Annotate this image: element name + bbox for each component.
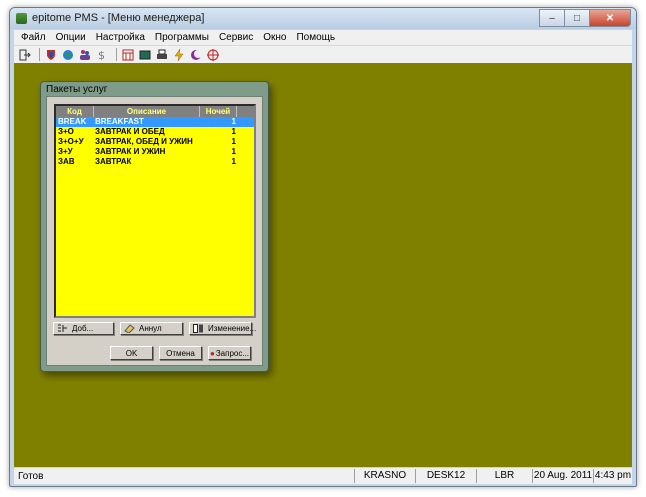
dialog-title[interactable]: Пакеты услуг	[46, 84, 107, 95]
table-row[interactable]: BREAK BREAKFAST 1	[56, 117, 254, 127]
people-icon[interactable]	[78, 48, 92, 61]
query-icon: ●	[209, 348, 215, 358]
window-title: epitome PMS - [Меню менеджера]	[32, 12, 205, 24]
printer-icon[interactable]	[155, 48, 169, 61]
menu-programs[interactable]: Программы	[150, 32, 214, 43]
cell-description: ЗАВТРАК И ОБЕД	[95, 127, 165, 136]
status-date: 20 Aug. 2011	[532, 469, 593, 483]
add-list-icon	[57, 324, 68, 333]
menu-service[interactable]: Сервис	[214, 32, 258, 43]
svg-text:$: $	[98, 49, 105, 61]
eraser-icon	[124, 324, 135, 333]
cell-nights: 1	[231, 117, 236, 126]
cancel-item-button[interactable]: Аннул	[120, 322, 183, 335]
cell-code: ЗАВ	[58, 157, 75, 166]
col-code[interactable]: Код	[56, 106, 94, 117]
query-button-label: Запрос...	[215, 348, 250, 358]
status-time: 4:43 pm	[593, 469, 632, 483]
currency-icon[interactable]: $	[95, 48, 109, 61]
minimize-button[interactable]: –	[539, 9, 565, 27]
cell-nights: 1	[231, 127, 236, 136]
screen-icon[interactable]	[138, 48, 152, 61]
cell-code: З+У	[58, 147, 73, 156]
edit-icon	[193, 324, 204, 333]
dialog-buttons: OK Отмена ● Запрос...	[110, 346, 251, 360]
lightning-icon[interactable]	[172, 48, 186, 61]
menu-bar: Файл Опции Настройка Программы Сервис Ок…	[14, 30, 632, 45]
maximize-button[interactable]: □	[564, 9, 590, 27]
close-button[interactable]: ✕	[589, 9, 631, 27]
add-button-label: Доб...	[72, 324, 94, 333]
edit-button[interactable]: Изменение...	[189, 322, 256, 335]
packages-grid[interactable]: Код Описание Ночей BREAK BREAKFAST 1 З+О…	[54, 104, 256, 318]
table-row[interactable]: З+У ЗАВТРАК И УЖИН 1	[56, 147, 254, 157]
exit-icon[interactable]	[18, 48, 32, 61]
cell-nights: 1	[231, 147, 236, 156]
cell-description: ЗАВТРАК И УЖИН	[95, 147, 166, 156]
edit-button-label: Изменение...	[208, 324, 257, 333]
cell-nights: 1	[231, 157, 236, 166]
menu-file[interactable]: Файл	[16, 32, 51, 43]
packages-dialog: Пакеты услуг Код Описание Ночей BREAK BR…	[40, 81, 269, 372]
cell-code: З+О+У	[58, 137, 84, 146]
query-button[interactable]: ● Запрос...	[208, 346, 251, 360]
col-description[interactable]: Описание	[94, 106, 200, 117]
menu-settings[interactable]: Настройка	[91, 32, 150, 43]
grid-header: Код Описание Ночей	[56, 106, 254, 117]
status-text: Готов	[18, 470, 44, 482]
status-desk: DESK12	[415, 469, 476, 483]
cancel-item-label: Аннул	[139, 324, 162, 333]
status-lang: LBR	[476, 469, 532, 483]
toolbar-separator	[116, 48, 117, 61]
status-bar: Готов KRASNO DESK12 LBR 20 Aug. 2011 4:4…	[14, 468, 632, 484]
dialog-body: Код Описание Ночей BREAK BREAKFAST 1 З+О…	[46, 96, 263, 366]
toolbar: $	[14, 45, 632, 64]
app-icon	[16, 13, 27, 24]
menu-help[interactable]: Помощь	[291, 32, 340, 43]
cell-description: ЗАВТРАК	[95, 157, 132, 166]
cell-code: З+О	[58, 127, 74, 136]
menu-options[interactable]: Опции	[51, 32, 91, 43]
moon-icon[interactable]	[189, 48, 203, 61]
shield-icon[interactable]	[44, 48, 58, 61]
cell-description: ЗАВТРАК, ОБЕД И УЖИН	[95, 137, 193, 146]
action-buttons: Доб... Аннул Изменение...	[53, 322, 256, 335]
window-controls: – □ ✕	[539, 9, 631, 27]
title-bar[interactable]: epitome PMS - [Меню менеджера] – □ ✕	[10, 8, 636, 29]
cell-nights: 1	[231, 137, 236, 146]
globe-icon[interactable]	[61, 48, 75, 61]
ok-button[interactable]: OK	[110, 346, 153, 360]
table-row[interactable]: ЗАВ ЗАВТРАК 1	[56, 157, 254, 167]
table-row[interactable]: З+О+У ЗАВТРАК, ОБЕД И УЖИН 1	[56, 137, 254, 147]
cell-code: BREAK	[58, 117, 87, 126]
table-row[interactable]: З+О ЗАВТРАК И ОБЕД 1	[56, 127, 254, 137]
status-user: KRASNO	[354, 469, 415, 483]
target-icon[interactable]	[206, 48, 220, 61]
add-button[interactable]: Доб...	[53, 322, 114, 335]
cancel-button[interactable]: Отмена	[159, 346, 202, 360]
cell-description: BREAKFAST	[95, 117, 144, 126]
toolbar-separator	[39, 48, 40, 61]
calendar-icon[interactable]	[121, 48, 135, 61]
menu-window[interactable]: Окно	[258, 32, 291, 43]
col-nights[interactable]: Ночей	[200, 106, 237, 117]
